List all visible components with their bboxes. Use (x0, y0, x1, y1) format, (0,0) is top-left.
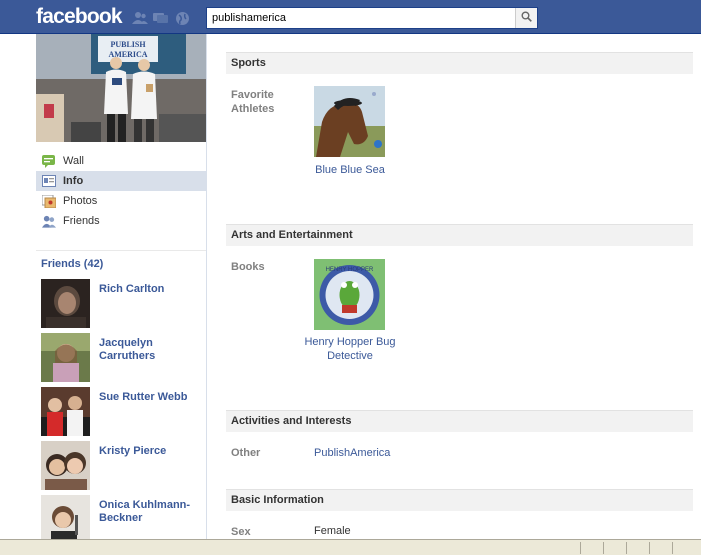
section-header-sports: Sports (226, 52, 693, 74)
facebook-logo[interactable]: facebook (36, 5, 123, 29)
friend-name[interactable]: Sue Rutter Webb (99, 391, 199, 404)
notifications-globe-icon[interactable] (174, 11, 190, 25)
search-button[interactable] (515, 8, 537, 28)
friend-item[interactable]: Sue Rutter Webb (41, 387, 206, 437)
nav-item-label: Friends (63, 215, 100, 227)
friends-box-title[interactable]: Friends (42) (41, 258, 103, 270)
nav-item-label: Info (63, 175, 84, 187)
friend-name[interactable]: Kristy Pierce (99, 445, 199, 458)
status-divider (626, 542, 627, 554)
friend-avatar[interactable] (41, 387, 90, 436)
photos-icon (42, 194, 56, 208)
friend-name[interactable]: Jacquelyn Carruthers (99, 337, 199, 363)
friend-avatar[interactable] (41, 495, 90, 539)
nav-item-wall[interactable]: Wall (36, 151, 206, 171)
messages-icon[interactable] (153, 11, 169, 25)
search-icon (521, 11, 532, 25)
nav-item-label: Wall (63, 155, 84, 167)
status-divider (603, 542, 604, 554)
section-header-arts: Arts and Entertainment (226, 224, 693, 246)
section-header-activities: Activities and Interests (226, 410, 693, 432)
nav-item-label: Photos (63, 195, 98, 207)
nav-item-photos[interactable]: Photos (36, 191, 206, 211)
status-divider (649, 542, 650, 554)
book-cover-title: HENRY HOPPER (326, 267, 374, 273)
search-box (206, 7, 538, 29)
status-divider (672, 542, 673, 554)
nav-item-info[interactable]: Info (36, 171, 206, 191)
profile-photo[interactable]: PUBLISH AMERICA (36, 34, 206, 142)
info-icon (42, 174, 56, 188)
interest-link[interactable]: PublishAmerica (314, 446, 390, 460)
athlete-name-link[interactable]: Blue Blue Sea (300, 163, 400, 177)
friend-item[interactable]: Kristy Pierce (41, 441, 206, 491)
status-divider (580, 542, 581, 554)
friend-name[interactable]: Onica Kuhlmann-Beckner (99, 499, 199, 525)
friend-avatar[interactable] (41, 279, 90, 328)
nav-item-friends[interactable]: Friends (36, 211, 206, 231)
notification-jewels (132, 11, 190, 25)
friend-requests-icon[interactable] (132, 11, 148, 25)
field-label-books: Books (231, 261, 265, 273)
left-column: PUBLISH AMERICA Wall Info Photos Friends… (0, 34, 207, 539)
info-content: Sports Favorite Athletes Blue Blue Sea A… (208, 34, 701, 539)
browser-status-bar (0, 539, 701, 555)
athlete-page-image[interactable] (314, 86, 385, 157)
friends-icon (42, 214, 56, 228)
field-value-sex: Female (314, 525, 351, 537)
book-title-link[interactable]: Henry Hopper Bug Detective (300, 335, 400, 363)
friend-item[interactable]: Rich Carlton (41, 279, 206, 329)
wall-icon (42, 154, 56, 168)
field-label-other: Other (231, 447, 261, 459)
top-bar: facebook (0, 0, 701, 34)
profile-nav: Wall Info Photos Friends (36, 151, 206, 231)
friend-item[interactable]: Onica Kuhlmann-Beckner (41, 495, 206, 539)
search-input[interactable] (207, 8, 515, 28)
left-divider (36, 250, 206, 251)
profile-name-heading (228, 34, 232, 43)
friend-item[interactable]: Jacquelyn Carruthers (41, 333, 206, 383)
friend-avatar[interactable] (41, 333, 90, 382)
friend-name[interactable]: Rich Carlton (99, 283, 199, 296)
field-label-favorite-athletes: Favorite Athletes (231, 89, 275, 115)
field-label-sex: Sex (231, 526, 251, 538)
friend-avatar[interactable] (41, 441, 90, 490)
svg-text:PUBLISH: PUBLISH (110, 40, 146, 49)
book-cover-image[interactable]: HENRY HOPPER (314, 259, 385, 330)
section-header-basic-info: Basic Information (226, 489, 693, 511)
